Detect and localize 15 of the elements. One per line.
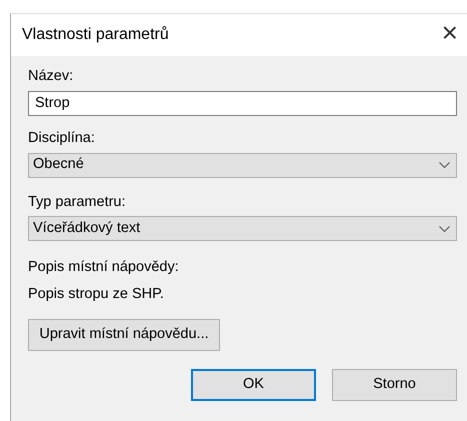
name-field[interactable]: Strop	[28, 90, 457, 116]
chevron-down-icon	[439, 162, 450, 168]
chevron-down-icon	[439, 226, 450, 232]
window-title: Vlastnosti parametrů	[22, 25, 169, 45]
tooltip-label: Popis místní nápovědy:	[28, 258, 180, 278]
edit-tooltip-button[interactable]: Upravit místní nápovědu...	[28, 318, 220, 351]
field-label: Název:	[28, 67, 74, 86]
field-label: Disciplína:	[28, 128, 96, 148]
dropdown[interactable]: Víceřádkový text	[28, 216, 457, 242]
tooltip-text: Popis stropu ze SHP.	[28, 285, 165, 304]
field-label: Typ parametru:	[28, 192, 127, 212]
ok-button[interactable]: OK	[191, 368, 316, 401]
cancel-button[interactable]: Storno	[332, 368, 457, 401]
close-button[interactable]: ×	[442, 19, 467, 51]
dropdown[interactable]: Obecné	[28, 152, 457, 178]
